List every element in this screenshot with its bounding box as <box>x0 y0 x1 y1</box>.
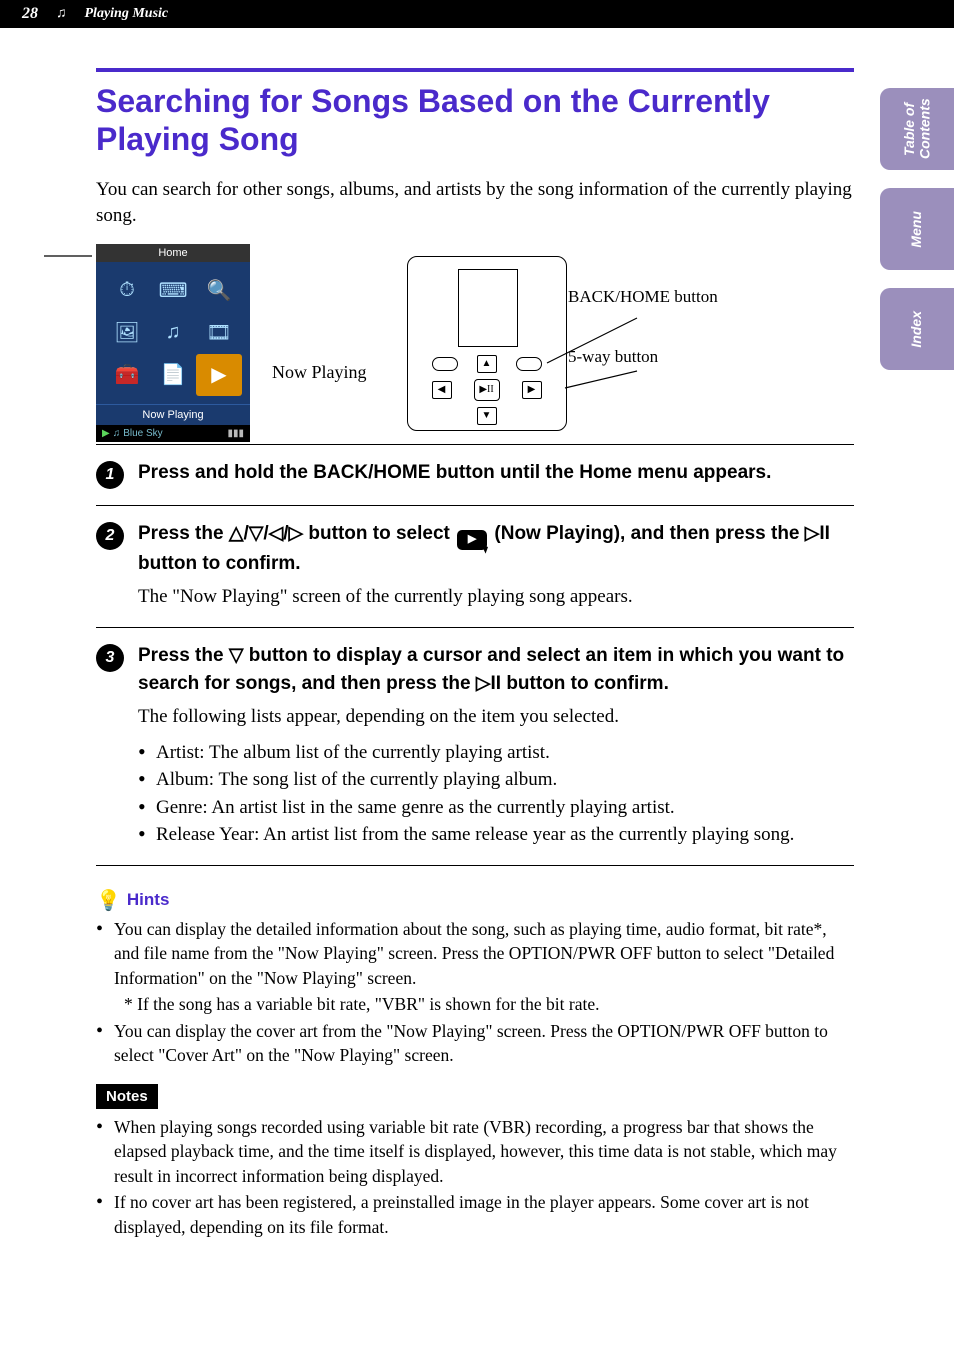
hints-list: You can display the detailed information… <box>96 917 854 991</box>
footer-song-title: Blue Sky <box>123 428 162 439</box>
figure-row: Home ⏱ ⌨ 🔍 🖼 ♫ 🎞 🧰 📄 ▶ Now Playing <box>96 244 854 444</box>
step-badge: 3 <box>96 644 124 672</box>
play-pause-glyph: ▷II <box>805 520 830 548</box>
playlist-icon: 📄 <box>150 354 196 396</box>
play-pause-glyph: ▷II <box>476 670 501 698</box>
bulb-icon: 💡 <box>96 888 121 913</box>
page: 28 ♫ Playing Music Table of Contents Men… <box>0 0 954 1370</box>
hints-footnote: * If the song has a variable bit rate, "… <box>96 992 854 1017</box>
callout-now-playing: Now Playing <box>272 362 367 383</box>
clock-icon: ⏱ <box>104 270 150 312</box>
play-indicator-icon: ▶ <box>102 428 110 439</box>
tab-table-of-contents[interactable]: Table of Contents <box>880 88 954 170</box>
list-item: Genre: An artist list in the same genre … <box>138 794 854 822</box>
tab-label: Menu <box>909 211 924 248</box>
now-playing-icon: ▶ <box>196 354 242 396</box>
step-1: 1 Press and hold the BACK/HOME button un… <box>96 445 854 505</box>
footer-note-icon: ♫ <box>113 428 121 439</box>
callout-five-way: 5-way button <box>568 348 658 367</box>
photo-icon: 🖼 <box>104 312 150 354</box>
battery-icon: ▮▮▮ <box>227 428 244 439</box>
list-item: If no cover art has been registered, a p… <box>96 1190 854 1239</box>
music-note-icon: ♫ <box>56 6 67 22</box>
top-header-bar: 28 ♫ Playing Music <box>0 0 954 28</box>
step-heading: Press the △/▽/◁/▷ button to select ▶ (No… <box>138 520 854 578</box>
video-icon: 🎞 <box>196 312 242 354</box>
down-button: ▼ <box>477 407 497 425</box>
section-title: Playing Music <box>85 6 169 22</box>
home-screen-footer: ▶ ♫ Blue Sky ▮▮▮ <box>96 425 250 442</box>
center-play-button: ▶II <box>474 379 500 401</box>
step-badge: 2 <box>96 522 124 550</box>
home-screen-figure: Home ⏱ ⌨ 🔍 🖼 ♫ 🎞 🧰 📄 ▶ Now Playing <box>96 244 250 442</box>
list-item: You can display the cover art from the "… <box>96 1019 854 1068</box>
hints-heading: 💡 Hints <box>96 888 854 913</box>
now-playing-inline-icon: ▶ <box>457 530 487 550</box>
content-area: Searching for Songs Based on the Current… <box>96 68 854 1239</box>
tab-label: Table of Contents <box>902 88 933 170</box>
step-badge: 1 <box>96 461 124 489</box>
notes-list: When playing songs recorded using variab… <box>96 1115 854 1240</box>
list-item: You can display the detailed information… <box>96 917 854 991</box>
home-screen-grid: ⏱ ⌨ 🔍 🖼 ♫ 🎞 🧰 📄 ▶ <box>96 262 250 404</box>
device-figure: ▲ ◀ ▶II ▶ ▼ <box>407 256 567 431</box>
direction-glyphs: △/▽/◁/▷ <box>229 520 303 548</box>
search-icon: 🔍 <box>196 270 242 312</box>
side-tabs: Table of Contents Menu Index <box>880 88 954 370</box>
hints-list: You can display the cover art from the "… <box>96 1019 854 1068</box>
list-item: Release Year: An artist list from the sa… <box>138 821 854 849</box>
notes-label: Notes <box>96 1084 158 1109</box>
music-icon: ♫ <box>150 312 196 354</box>
down-glyph: ▽ <box>229 642 244 670</box>
step-body: The "Now Playing" screen of the currentl… <box>138 583 854 611</box>
hints-section: 💡 Hints You can display the detailed inf… <box>96 888 854 1240</box>
tab-index[interactable]: Index <box>880 288 954 370</box>
step-bullet-list: Artist: The album list of the currently … <box>138 739 854 849</box>
settings-icon: 🧰 <box>104 354 150 396</box>
tab-label: Index <box>909 311 924 348</box>
step-body: The following lists appear, depending on… <box>138 703 854 731</box>
page-title: Searching for Songs Based on the Current… <box>96 82 854 159</box>
intro-paragraph: You can search for other songs, albums, … <box>96 177 854 230</box>
up-button: ▲ <box>477 355 497 373</box>
keyboard-icon: ⌨ <box>150 270 196 312</box>
home-screen-selected-label: Now Playing <box>96 404 250 425</box>
separator <box>96 865 854 866</box>
list-item: Album: The song list of the currently pl… <box>138 766 854 794</box>
list-item: Artist: The album list of the currently … <box>138 739 854 767</box>
left-oval-button <box>432 357 458 371</box>
hints-label: Hints <box>127 890 170 910</box>
list-item: When playing songs recorded using variab… <box>96 1115 854 1189</box>
step-3: 3 Press the ▽ button to display a cursor… <box>96 628 854 865</box>
left-button: ◀ <box>432 381 452 399</box>
callout-back-home: BACK/HOME button <box>568 288 718 307</box>
home-screen-title: Home <box>96 244 250 262</box>
page-number: 28 <box>22 5 38 23</box>
step-heading: Press the ▽ button to display a cursor a… <box>138 642 854 697</box>
step-2: 2 Press the △/▽/◁/▷ button to select ▶ (… <box>96 506 854 627</box>
step-heading: Press and hold the BACK/HOME button unti… <box>138 459 854 487</box>
device-screen <box>458 269 518 347</box>
tab-menu[interactable]: Menu <box>880 188 954 270</box>
title-rule <box>96 68 854 72</box>
